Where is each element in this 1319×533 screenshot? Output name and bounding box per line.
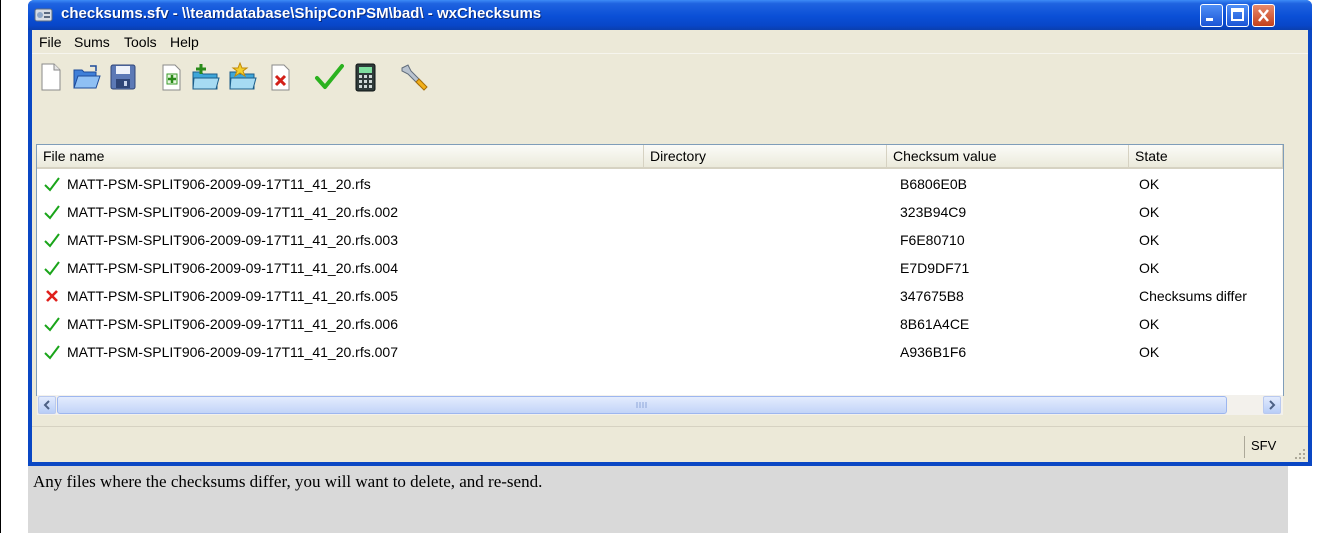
cell-file-name: MATT-PSM-SPLIT906-2009-09-17T11_41_20.rf… — [67, 288, 398, 304]
caption-text: Any files where the checksums differ, yo… — [33, 472, 543, 491]
add-matching-files-button[interactable] — [228, 62, 258, 92]
cell-checksum-value: F6E80710 — [900, 232, 965, 248]
title-bar[interactable]: checksums.sfv - \\teamdatabase\ShipConPS… — [28, 0, 1312, 30]
calculator-icon — [355, 63, 376, 92]
cell-file-name: MATT-PSM-SPLIT906-2009-09-17T11_41_20.rf… — [67, 204, 398, 220]
cell-checksum-value: 8B61A4CE — [900, 316, 970, 332]
caption-area: Any files where the checksums differ, yo… — [28, 466, 1288, 533]
cell-checksum-value: B6806E0B — [900, 176, 967, 192]
resize-grip-icon[interactable] — [1294, 448, 1306, 460]
new-file-icon — [41, 63, 61, 91]
add-file-button[interactable] — [156, 62, 186, 92]
cell-checksum-value: 323B94C9 — [900, 204, 967, 220]
add-matching-files-icon — [229, 62, 257, 90]
cell-file-name: MATT-PSM-SPLIT906-2009-09-17T11_41_20.rf… — [67, 176, 371, 192]
chevron-left-icon — [43, 400, 50, 410]
check-icon — [44, 345, 60, 360]
add-file-icon — [162, 64, 181, 91]
cell-state: OK — [1139, 260, 1160, 276]
cell-file-name: MATT-PSM-SPLIT906-2009-09-17T11_41_20.rf… — [67, 260, 398, 276]
menu-help[interactable]: Help — [170, 34, 199, 50]
menu-sums[interactable]: Sums — [74, 34, 110, 50]
column-checksum-value[interactable]: Checksum value — [887, 145, 1129, 167]
configure-button[interactable] — [398, 62, 428, 92]
save-icon — [110, 64, 136, 90]
chevron-right-icon — [1269, 400, 1276, 410]
cell-file-name: MATT-PSM-SPLIT906-2009-09-17T11_41_20.rf… — [67, 316, 398, 332]
check-icon — [315, 64, 344, 89]
app-icon — [34, 8, 53, 22]
cell-state: OK — [1139, 232, 1160, 248]
cell-state: OK — [1139, 204, 1160, 220]
cell-checksum-value: 347675B8 — [900, 288, 964, 304]
column-directory[interactable]: Directory — [644, 145, 887, 167]
cell-file-name: MATT-PSM-SPLIT906-2009-09-17T11_41_20.rf… — [67, 232, 398, 248]
cell-state: Checksums differ — [1139, 288, 1247, 304]
table-row[interactable]: MATT-PSM-SPLIT906-2009-09-17T11_41_20.rf… — [37, 255, 1287, 283]
scroll-left-button[interactable] — [38, 396, 56, 414]
calculate-button[interactable] — [350, 62, 380, 92]
menu-bar: File Sums Tools Help — [32, 30, 1308, 54]
horizontal-scrollbar[interactable] — [37, 395, 1283, 415]
new-button[interactable] — [36, 62, 66, 92]
error-x-icon — [46, 290, 58, 302]
cell-checksum-value: A936B1F6 — [900, 344, 967, 360]
open-folder-icon — [73, 65, 101, 89]
check-icon — [44, 177, 60, 192]
cell-state: OK — [1139, 316, 1160, 332]
add-directory-button[interactable] — [191, 62, 221, 92]
remove-file-icon — [271, 64, 290, 91]
status-format: SFV — [1244, 436, 1276, 458]
check-icon — [44, 205, 60, 220]
scroll-right-button[interactable] — [1263, 396, 1281, 414]
check-icon — [44, 261, 60, 276]
close-icon — [1258, 9, 1269, 22]
open-button[interactable] — [72, 62, 102, 92]
add-directory-icon — [192, 64, 220, 90]
cell-state: OK — [1139, 344, 1160, 360]
list-header: File name Directory Checksum value State — [37, 145, 1283, 169]
menu-file[interactable]: File — [39, 34, 62, 50]
window-title: checksums.sfv - \\teamdatabase\ShipConPS… — [61, 5, 542, 22]
minimize-icon — [1206, 18, 1213, 21]
table-row[interactable]: MATT-PSM-SPLIT906-2009-09-17T11_41_20.rf… — [37, 311, 1287, 339]
remove-button[interactable] — [265, 62, 295, 92]
menu-tools[interactable]: Tools — [124, 34, 157, 50]
table-row[interactable]: MATT-PSM-SPLIT906-2009-09-17T11_41_20.rf… — [37, 199, 1287, 227]
check-icon — [44, 233, 60, 248]
cell-file-name: MATT-PSM-SPLIT906-2009-09-17T11_41_20.rf… — [67, 344, 398, 360]
table-row[interactable]: MATT-PSM-SPLIT906-2009-09-17T11_41_20.rf… — [37, 171, 1287, 199]
check-icon — [44, 317, 60, 332]
close-button[interactable] — [1252, 4, 1275, 27]
minimize-button[interactable] — [1200, 4, 1223, 27]
cell-checksum-value: E7D9DF71 — [900, 260, 970, 276]
column-state[interactable]: State — [1129, 145, 1283, 167]
table-row[interactable]: MATT-PSM-SPLIT906-2009-09-17T11_41_20.rf… — [37, 339, 1287, 367]
scroll-thumb[interactable] — [57, 396, 1227, 414]
save-button[interactable] — [108, 62, 138, 92]
configure-icon — [401, 64, 428, 91]
column-file-name[interactable]: File name — [37, 145, 644, 167]
maximize-button[interactable] — [1226, 4, 1249, 27]
check-button[interactable] — [314, 62, 344, 92]
status-bar: SFV — [32, 424, 1308, 464]
cell-state: OK — [1139, 176, 1160, 192]
grip-icon — [636, 402, 647, 408]
maximize-icon — [1231, 8, 1244, 21]
toolbar — [32, 55, 1308, 97]
checksum-list[interactable]: File name Directory Checksum value State… — [36, 144, 1287, 415]
table-row[interactable]: MATT-PSM-SPLIT906-2009-09-17T11_41_20.rf… — [37, 283, 1287, 311]
table-row[interactable]: MATT-PSM-SPLIT906-2009-09-17T11_41_20.rf… — [37, 227, 1287, 255]
